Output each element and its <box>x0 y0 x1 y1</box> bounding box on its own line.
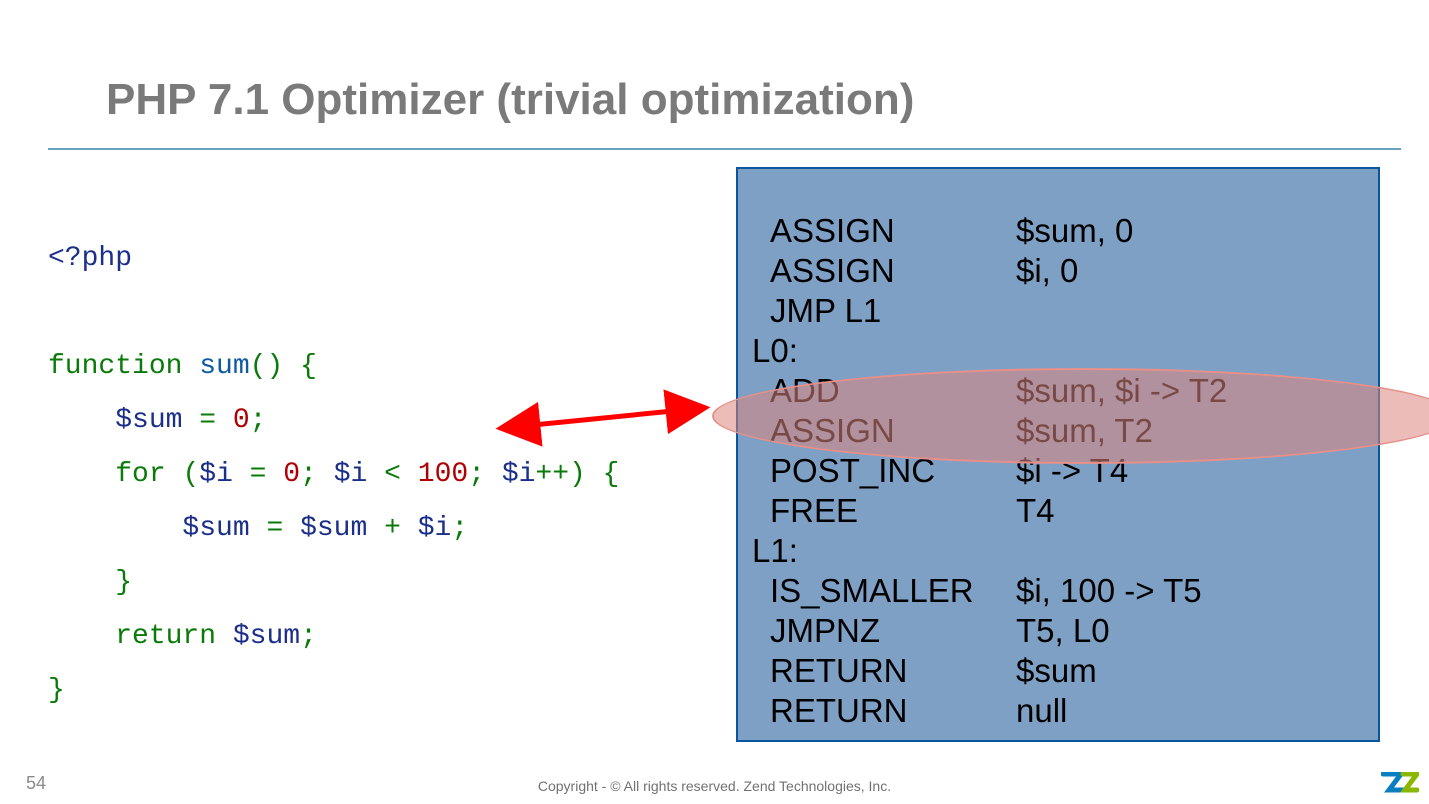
semicolon: ; <box>250 405 267 436</box>
opcode-line: FREET4 <box>752 491 1227 531</box>
opcode-args: T5, L0 <box>1016 612 1110 649</box>
assign-op: = <box>233 459 283 490</box>
opcode-label: L0: <box>752 331 798 371</box>
num-zero: 0 <box>233 405 250 436</box>
opcode-args: $sum <box>1016 652 1097 689</box>
var-i: $i <box>199 459 233 490</box>
semicolon: ; <box>451 513 468 544</box>
php-open-tag: <?php <box>48 243 132 274</box>
opcode-name: RETURN <box>752 651 1016 691</box>
lt-op: < <box>367 459 417 490</box>
opcode-line: ASSIGN$i, 0 <box>752 251 1227 291</box>
opcode-line: RETURN$sum <box>752 651 1227 691</box>
double-arrow-icon <box>493 390 713 440</box>
slide: PHP 7.1 Optimizer (trivial optimization)… <box>0 0 1429 804</box>
opcode-label: L1: <box>752 531 798 571</box>
brace-close: } <box>115 567 132 598</box>
zend-logo-icon <box>1381 772 1419 796</box>
assign-op: = <box>182 405 232 436</box>
var-i: $i <box>418 513 452 544</box>
title-underline <box>48 148 1401 150</box>
var-i: $i <box>502 459 536 490</box>
opcode-line: L0: <box>752 331 1227 371</box>
semicolon: ; <box>300 621 317 652</box>
assign-op: = <box>250 513 300 544</box>
function-name: sum <box>199 351 249 382</box>
opcode-listing: ASSIGN$sum, 0ASSIGN$i, 0JMP L1L0:ADD$sum… <box>752 211 1227 731</box>
var-sum: $sum <box>182 513 249 544</box>
for-keyword: for <box>115 459 165 490</box>
opcode-name: IS_SMALLER <box>752 571 1016 611</box>
brace-open: { <box>300 351 317 382</box>
semicolon: ; <box>300 459 317 490</box>
paren-close: ) <box>266 351 283 382</box>
brace-open: { <box>603 459 620 490</box>
num-hundred: 100 <box>418 459 468 490</box>
brace-close: } <box>48 675 65 706</box>
return-keyword: return <box>115 621 216 652</box>
opcode-line: JMPNZT5, L0 <box>752 611 1227 651</box>
var-sum: $sum <box>233 621 300 652</box>
var-sum: $sum <box>115 405 182 436</box>
opcode-name: JMPNZ <box>752 611 1016 651</box>
php-source-code: <?php function sum() { $sum = 0; for ($i… <box>48 178 619 772</box>
opcode-line: RETURNnull <box>752 691 1227 731</box>
highlight-ellipse <box>712 368 1429 464</box>
var-i: $i <box>334 459 368 490</box>
footer-copyright: Copyright - © All rights reserved. Zend … <box>0 778 1429 794</box>
paren-open: ( <box>182 459 199 490</box>
paren-close: ) <box>569 459 586 490</box>
opcode-args: $i, 0 <box>1016 252 1078 289</box>
opcode-line: IS_SMALLER$i, 100 -> T5 <box>752 571 1227 611</box>
opcode-name: ASSIGN <box>752 211 1016 251</box>
opcode-name: ASSIGN <box>752 251 1016 291</box>
plus-op: + <box>367 513 417 544</box>
var-sum: $sum <box>300 513 367 544</box>
opcode-name: JMP L1 <box>752 291 1016 331</box>
num-zero: 0 <box>283 459 300 490</box>
opcode-args: null <box>1016 692 1067 729</box>
opcode-line: ASSIGN$sum, 0 <box>752 211 1227 251</box>
semicolon: ; <box>468 459 485 490</box>
opcode-args: $sum, 0 <box>1016 212 1133 249</box>
opcode-args: T4 <box>1016 492 1055 529</box>
paren-open: ( <box>250 351 267 382</box>
opcode-name: FREE <box>752 491 1016 531</box>
opcode-name: RETURN <box>752 691 1016 731</box>
slide-title: PHP 7.1 Optimizer (trivial optimization) <box>106 75 914 125</box>
opcode-args: $i, 100 -> T5 <box>1016 572 1202 609</box>
opcode-line: JMP L1 <box>752 291 1227 331</box>
function-keyword: function <box>48 351 182 382</box>
opcode-line: L1: <box>752 531 1227 571</box>
inc-op: ++ <box>535 459 569 490</box>
